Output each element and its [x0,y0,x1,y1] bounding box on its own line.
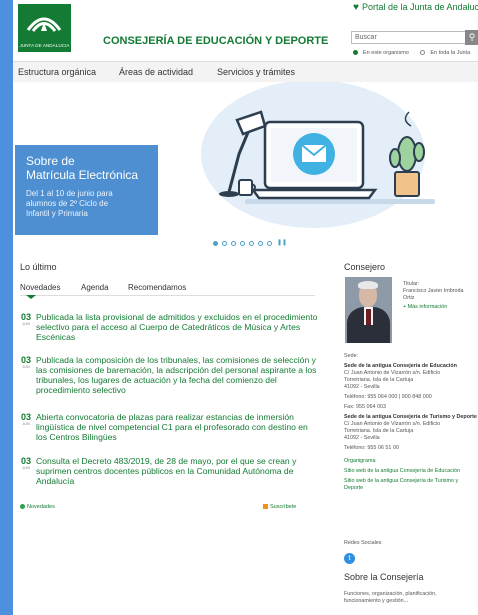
subscribe-label: Suscríbete [270,504,297,510]
radio-icon [420,50,426,56]
scope-label: En este organismo [363,50,409,56]
promo-sub-line: Infantil y Primaria [26,209,88,218]
organigrama-link[interactable]: Organigrama [344,458,375,465]
tab-agenda[interactable]: Agenda [81,283,109,292]
carousel-dot[interactable] [267,241,272,246]
news-month: JUN [22,321,30,326]
about-heading: Sobre la Consejería [344,572,424,582]
novedades-link[interactable]: Novedades [20,504,55,510]
consejero-photo[interactable] [345,277,392,343]
hero-banner[interactable]: Sobre de Matrícula Electrónica Del 1 al … [13,82,478,235]
news-link[interactable]: Publicada la composición de los tribunal… [36,355,318,395]
nav-item-areas[interactable]: Áreas de actividad [119,67,193,77]
news-date: 03 JUN [20,355,32,369]
sede-label: Sede: [344,353,359,359]
more-info-link[interactable]: + Más información [403,304,447,311]
subscribe-link[interactable]: Suscríbete [263,504,296,510]
carousel-dot[interactable] [249,241,254,246]
tourism-site-link-2[interactable]: Deporte [344,485,363,492]
scope-option-junta[interactable]: En toda la Junta [420,50,475,56]
logo-arc-icon [26,17,62,32]
consejero-name: Francisco Javier Imbroda [403,288,464,294]
news-link[interactable]: Abierta convocatoria de plazas para real… [36,412,318,442]
consejero-heading: Consejero [344,262,386,272]
news-link[interactable]: Publicada la lista provisional de admiti… [36,312,318,342]
sede2-phone: Teléfono: 955 06 51 00 [344,445,399,451]
twitter-icon[interactable]: t [344,553,355,564]
news-month: JUN [22,364,30,369]
scope-option-organism[interactable]: En este organismo [353,50,414,56]
sede2-address: Torretriana. Isla de la Cartuja [344,428,414,434]
department-title[interactable]: CONSEJERÍA DE EDUCACIÓN Y DEPORTE [103,35,328,47]
news-item[interactable]: 03 JUN Consulta el Decreto 483/2019, de 2… [20,456,320,492]
news-month: JUN [22,421,30,426]
news-item[interactable]: 03 JUN Publicada la lista provisional de … [20,312,320,348]
nav-item-estructura[interactable]: Estructura orgánica [18,67,96,77]
promo-subtitle: Del 1 al 10 de junio para alumnos de 2º … [26,189,113,219]
tab-divider [20,295,315,296]
tourism-site-link[interactable]: Sitio web de la antigua Consejería de Tu… [344,478,458,485]
photo-tie [366,309,371,325]
main-nav: Estructura orgánica Áreas de actividad S… [13,61,478,83]
portal-link[interactable]: ♥ Portal de la Junta de Andalucía [353,2,478,13]
education-site-link[interactable]: Sitio web de la antigua Consejería de Ed… [344,468,460,475]
sede2-address: C/ Juan Antonio de Vizarrón s/n. Edifici… [344,421,441,427]
promo-title-line: Sobre de [26,154,75,168]
sede1-address: Torretriana. Isla de la Cartuja [344,377,414,383]
news-date: 03 JUN [20,412,32,426]
promo-card[interactable]: Sobre de Matrícula Electrónica Del 1 al … [15,145,158,235]
news-link[interactable]: Consulta el Decreto 483/2019, de 28 de m… [36,456,318,486]
search-button[interactable]: ⚲ [465,30,478,45]
news-item[interactable]: 03 JUN Publicada la composición de los tr… [20,355,320,407]
sede2-title: Sede de la antigua Consejería de Turismo… [344,414,477,420]
consejero-name-2: Ortiz [403,295,415,301]
news-date: 03 JUN [20,456,32,470]
sede1-fax: Fax: 955 064 003 [344,404,386,410]
sede1-address: C/ Juan Antonio de Vizarrón s/n. Edifici… [344,370,441,376]
carousel-dot[interactable] [231,241,236,246]
radio-selected-icon [353,50,358,56]
portal-link-label[interactable]: Portal de la Junta de Andalucía [362,2,478,12]
sede2-address: 41092 - Sevilla [344,435,380,441]
nav-item-servicios[interactable]: Servicios y trámites [217,67,295,77]
bullet-icon [20,504,25,510]
carousel-dot[interactable] [258,241,263,246]
carousel-dot[interactable] [240,241,245,246]
promo-title: Sobre de Matrícula Electrónica [26,154,138,182]
about-text: Funciones, organización, planificación, [344,591,437,597]
tab-novedades[interactable]: Novedades [20,283,60,292]
novedades-label: Novedades [27,504,55,510]
news-date: 03 JUN [20,312,32,326]
heart-icon: ♥ [353,2,359,13]
carousel-dot[interactable] [222,241,227,246]
latest-heading: Lo último [20,262,57,272]
news-month: JUN [22,465,30,470]
tab-recomendamos[interactable]: Recomendamos [128,283,186,292]
social-label: Redes Sociales [344,540,382,546]
active-tab-indicator [26,295,36,299]
search-scope: En este organismo En toda la Junta [353,50,478,56]
promo-sub-line: Del 1 al 10 de junio para [26,189,113,198]
pause-icon[interactable]: ❚❚ [277,240,287,246]
sede1-phone: Teléfono: 955 064 000 | 900 848 000 [344,394,432,400]
logo-text: JUNTA DE ANDALUCIA [19,43,70,48]
search-icon: ⚲ [468,32,476,42]
rss-icon [263,504,268,510]
page: JUNTA DE ANDALUCIA CONSEJERÍA DE EDUCACI… [13,0,478,615]
photo-hair [358,281,378,289]
sede1-title: Sede de la antigua Consejería de Educaci… [344,363,457,369]
promo-sub-line: alumnos de 2º Ciclo de [26,199,109,208]
sede1-address: 41092 - Sevilla [344,384,380,390]
carousel-dots: ❚❚ [13,240,478,251]
scope-label: En toda la Junta [430,50,471,56]
news-item[interactable]: 03 JUN Abierta convocatoria de plazas par… [20,412,320,448]
carousel-dot[interactable] [213,241,218,246]
promo-title-line: Matrícula Electrónica [26,168,139,182]
role-label: Titular: [403,281,420,287]
junta-logo[interactable]: JUNTA DE ANDALUCIA [18,4,71,52]
about-text-2: funcionamiento y gestión... [344,598,409,604]
search-input[interactable]: Buscar [351,31,467,44]
